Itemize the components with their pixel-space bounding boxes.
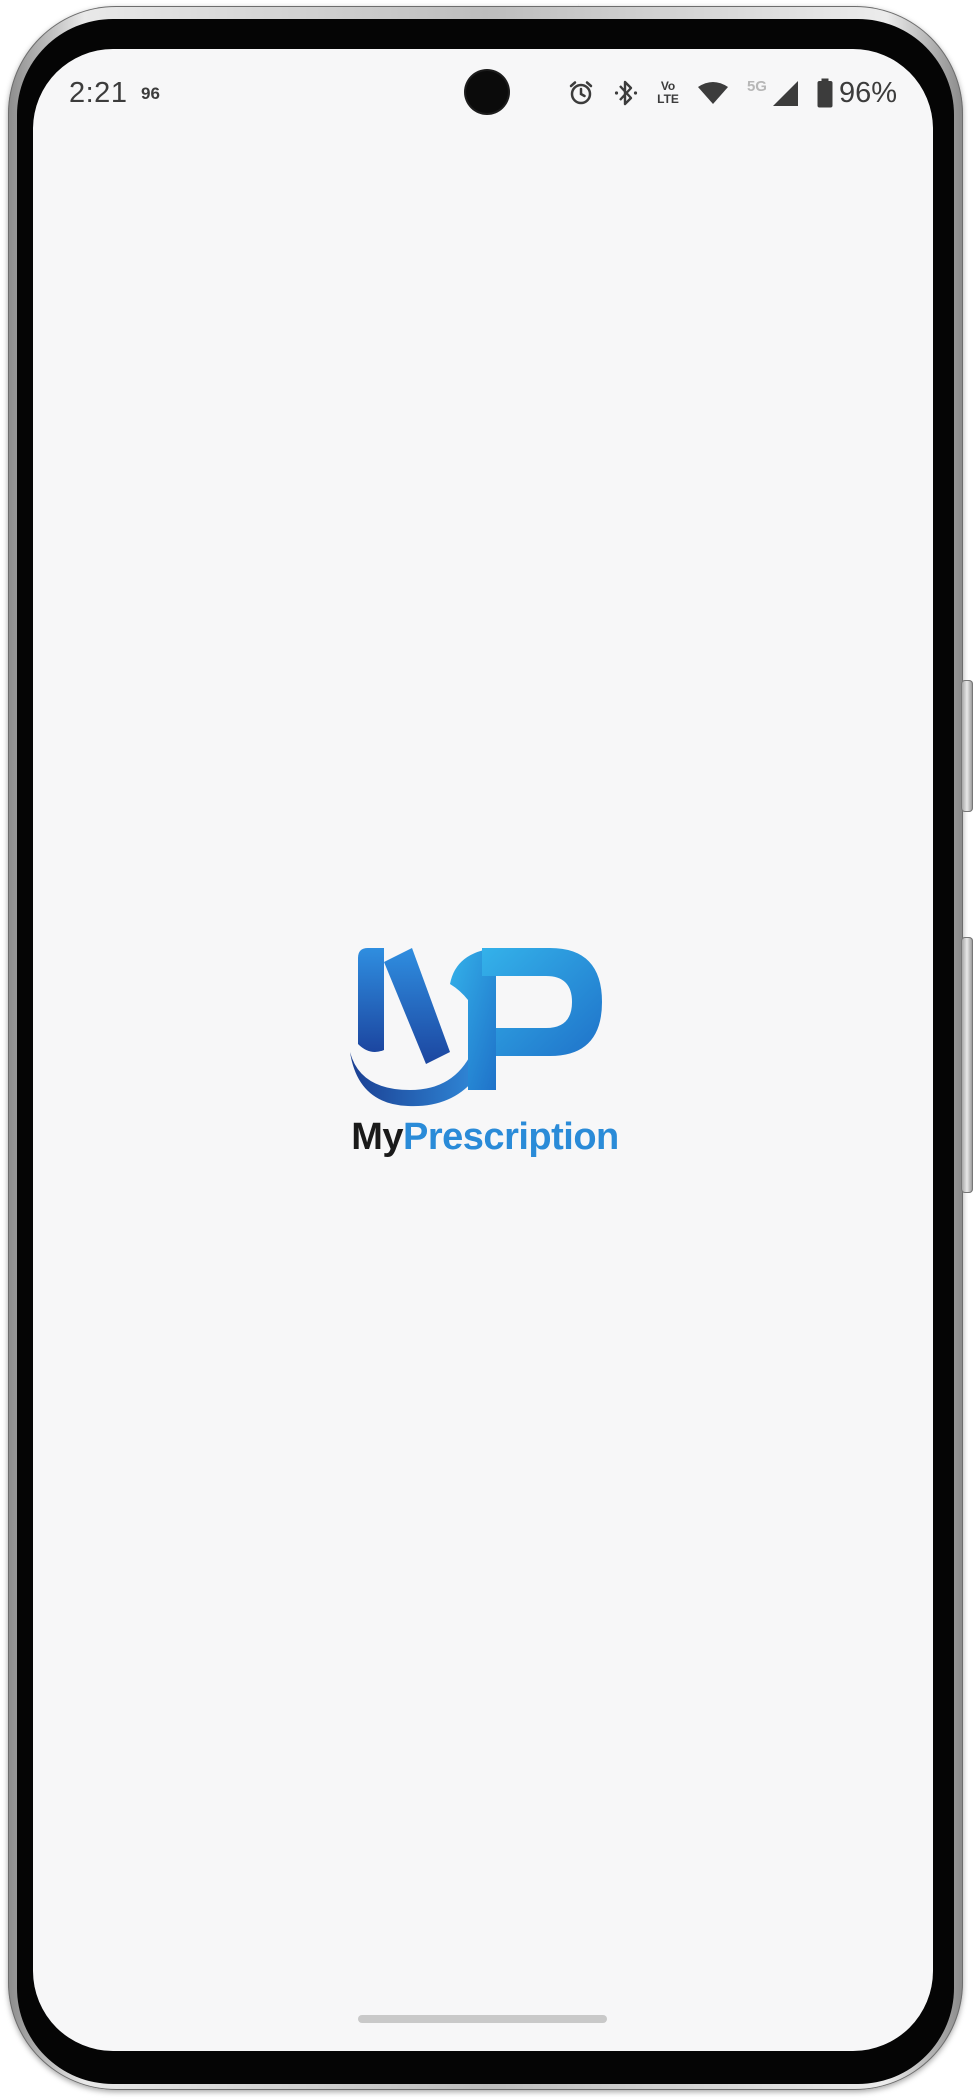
alarm-icon xyxy=(567,79,595,107)
mp-logo-mark xyxy=(350,948,602,1107)
network-type-label: 5G xyxy=(746,77,767,95)
logo-text-prescription: Prescription xyxy=(403,1116,619,1158)
logo-text-my: My xyxy=(351,1116,404,1158)
status-icons: Vo LTE 5G 96% xyxy=(567,73,897,113)
screen: 2:21 96 Vo LTE 5G 96% MyPrescription xyxy=(33,49,933,2051)
front-camera xyxy=(466,71,508,113)
logo-wordmark: MyPrescription xyxy=(350,1116,620,1159)
status-time: 2:21 xyxy=(69,77,128,109)
volte-bottom-label: LTE xyxy=(657,92,679,106)
battery-icon xyxy=(817,78,833,108)
signal-icon xyxy=(771,79,799,107)
volte-icon: Vo LTE xyxy=(657,80,679,106)
gesture-home-bar[interactable] xyxy=(358,2015,607,2023)
wifi-icon xyxy=(697,80,729,106)
device-mockup: 2:21 96 Vo LTE 5G 96% MyPrescription xyxy=(0,0,978,2100)
power-button xyxy=(961,937,973,1193)
notification-badge: 96 xyxy=(141,84,160,103)
app-logo: MyPrescription xyxy=(350,940,620,1165)
status-bar: 2:21 96 Vo LTE 5G 96% xyxy=(33,49,933,139)
volume-button xyxy=(961,680,973,812)
volte-top-label: Vo xyxy=(660,79,676,93)
bluetooth-icon xyxy=(613,78,639,108)
battery-percent: 96% xyxy=(838,76,897,109)
